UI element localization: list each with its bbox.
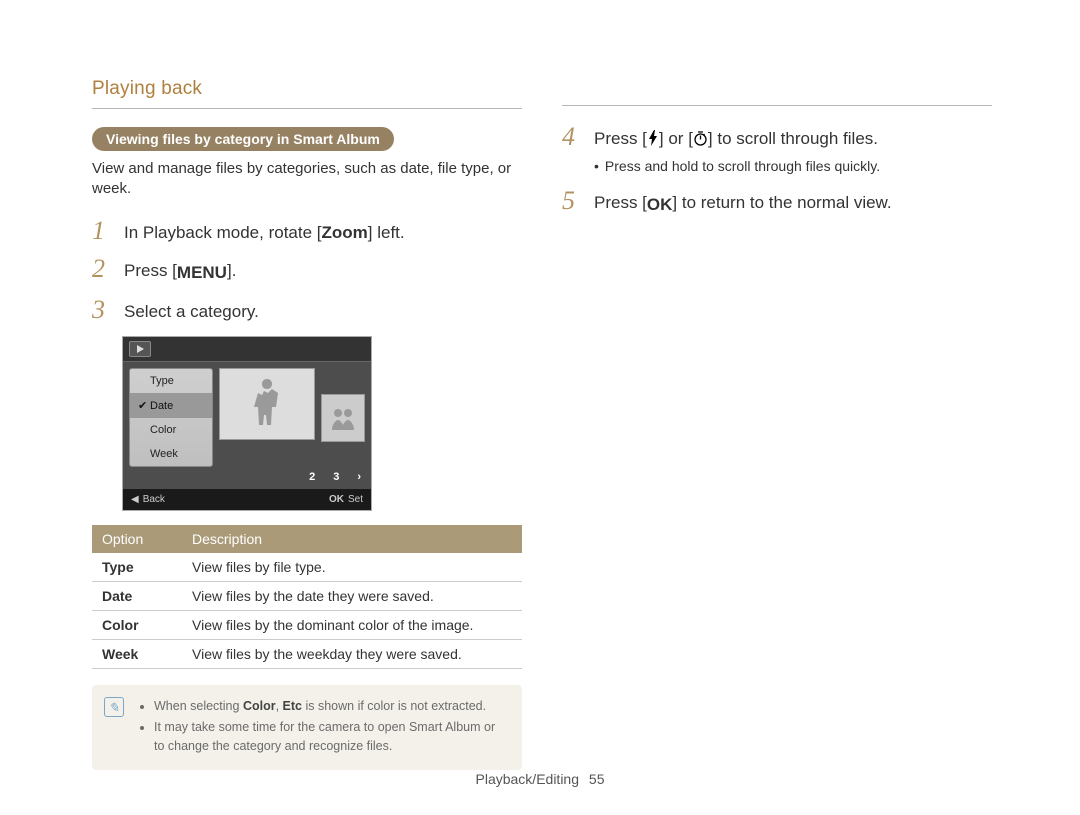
thumbnail-large <box>219 368 315 440</box>
header-rule <box>92 108 522 109</box>
step-number: 3 <box>92 297 118 323</box>
step-5: 5 Press [OK] to return to the normal vie… <box>562 188 992 217</box>
footer-section: Playback/Editing <box>476 771 580 787</box>
left-column: Playing back Viewing files by category i… <box>92 78 522 770</box>
note-item: It may take some time for the camera to … <box>154 718 508 756</box>
header-rule <box>562 105 992 106</box>
table-row: ColorView files by the dominant color of… <box>92 611 522 640</box>
ok-icon: OK <box>647 194 673 217</box>
section-description: View and manage files by categories, suc… <box>92 159 522 200</box>
th-option: Option <box>92 525 182 553</box>
table-row: DateView files by the date they were sav… <box>92 582 522 611</box>
table-row: TypeView files by file type. <box>92 553 522 582</box>
th-description: Description <box>182 525 522 553</box>
menu-item-week: Week <box>130 442 212 466</box>
menu-item-date: ✔Date <box>130 393 212 418</box>
menu-item-color: Color <box>130 418 212 442</box>
step-4: 4 Press [] or [] to scroll through files… <box>562 124 992 176</box>
screenshot-footer: ◀Back OKSet <box>123 489 371 510</box>
step-text: Select a category. <box>124 297 259 324</box>
screenshot-tab-bar <box>123 337 371 362</box>
people-silhouette-icon <box>328 406 358 430</box>
flash-icon <box>647 130 659 153</box>
chevron-right-icon: › <box>357 471 361 483</box>
steps-left: 1 In Playback mode, rotate [Zoom] left. … <box>92 218 522 325</box>
step-number: 5 <box>562 188 588 214</box>
step-text: In Playback mode, rotate [Zoom] left. <box>124 218 405 245</box>
play-icon <box>129 341 151 357</box>
check-icon: ✔ <box>138 399 146 412</box>
step-number: 4 <box>562 124 588 150</box>
step-number: 1 <box>92 218 118 244</box>
section-pill: Viewing files by category in Smart Album <box>92 127 394 151</box>
step-3: 3 Select a category. <box>92 297 522 324</box>
table-row: WeekView files by the weekday they were … <box>92 640 522 669</box>
note-box: ✎ When selecting Color, Etc is shown if … <box>92 685 522 769</box>
page-footer: Playback/Editing 55 <box>0 771 1080 787</box>
camera-screenshot: Type ✔Date Color Week <box>122 336 372 511</box>
options-table: Option Description TypeView files by fil… <box>92 525 522 669</box>
step-text: Press [MENU]. <box>124 256 236 285</box>
screenshot-pager: 2 3 › <box>123 467 371 489</box>
step-subtext: Press and hold to scroll through files q… <box>594 157 880 176</box>
ok-icon: OK <box>329 494 344 505</box>
right-column: 4 Press [] or [] to scroll through files… <box>562 78 992 770</box>
chevron-left-icon: ◀ <box>131 494 139 505</box>
note-icon: ✎ <box>104 697 124 717</box>
page-number: 55 <box>589 771 605 787</box>
thumbnail-small <box>321 394 365 442</box>
person-silhouette-icon <box>240 371 294 439</box>
step-text: Press [OK] to return to the normal view. <box>594 188 892 217</box>
step-2: 2 Press [MENU]. <box>92 256 522 285</box>
step-text: Press [] or [] to scroll through files. … <box>594 124 880 176</box>
step-number: 2 <box>92 256 118 282</box>
timer-icon <box>693 130 708 153</box>
page-header: Playing back <box>92 78 522 100</box>
category-menu: Type ✔Date Color Week <box>129 368 213 467</box>
step-1: 1 In Playback mode, rotate [Zoom] left. <box>92 218 522 245</box>
note-item: When selecting Color, Etc is shown if co… <box>154 697 508 716</box>
menu-icon: MENU <box>177 262 227 285</box>
menu-item-type: Type <box>130 369 212 393</box>
